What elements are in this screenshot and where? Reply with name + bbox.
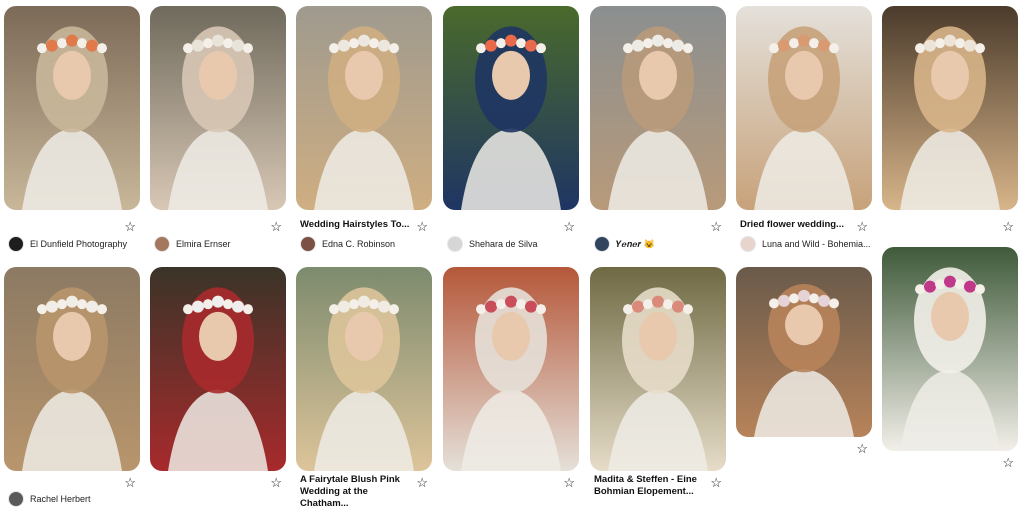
pin-image[interactable] (443, 6, 579, 210)
pin-image[interactable] (150, 267, 286, 471)
author-name: Shehara de Silva (469, 239, 538, 249)
save-star-icon[interactable]: ☆ (416, 476, 428, 489)
author-name: 𝒀𝒆𝒏𝒆𝒓 😺 (616, 238, 656, 249)
pin-photo (296, 267, 432, 471)
pin-author[interactable]: Luna and Wild - Bohemia... (740, 235, 871, 253)
pin-photo (736, 267, 872, 437)
pin-photo (296, 6, 432, 210)
avatar (447, 236, 463, 252)
pin-image[interactable] (4, 267, 140, 471)
pin-image[interactable] (590, 6, 726, 210)
author-name: El Dunfield Photography (30, 239, 128, 249)
pin-title[interactable]: A Fairytale Blush Pink Wedding at the Ch… (300, 474, 410, 510)
avatar (740, 236, 756, 252)
pin-photo (882, 6, 1018, 210)
save-star-icon[interactable]: ☆ (270, 476, 282, 489)
pin-photo (443, 6, 579, 210)
save-star-icon[interactable]: ☆ (416, 220, 428, 233)
pin-image[interactable] (882, 6, 1018, 210)
author-name: Elmira Ernser (176, 239, 231, 249)
avatar (154, 236, 170, 252)
save-star-icon[interactable]: ☆ (563, 220, 575, 233)
pin-image[interactable] (4, 6, 140, 210)
avatar (8, 491, 24, 507)
pin-photo (590, 6, 726, 210)
pin-photo (150, 267, 286, 471)
pin-image[interactable] (443, 267, 579, 471)
pin-author[interactable]: 𝒀𝒆𝒏𝒆𝒓 😺 (594, 235, 655, 253)
pin-image[interactable] (736, 6, 872, 210)
save-star-icon[interactable]: ☆ (1002, 456, 1014, 469)
avatar (594, 236, 610, 252)
author-name: Luna and Wild - Bohemia... (762, 239, 871, 249)
pin-photo (4, 6, 140, 210)
pin-author[interactable]: Edna C. Robinson (300, 235, 395, 253)
pin-image[interactable] (296, 267, 432, 471)
pin-image[interactable] (296, 6, 432, 210)
pin-photo (443, 267, 579, 471)
pin-title[interactable]: Dried flower wedding... (740, 219, 850, 231)
author-name: Rachel Herbert (30, 494, 91, 504)
save-star-icon[interactable]: ☆ (124, 476, 136, 489)
save-star-icon[interactable]: ☆ (856, 442, 868, 455)
save-star-icon[interactable]: ☆ (270, 220, 282, 233)
pin-image[interactable] (882, 247, 1018, 451)
save-star-icon[interactable]: ☆ (710, 476, 722, 489)
save-star-icon[interactable]: ☆ (124, 220, 136, 233)
save-star-icon[interactable]: ☆ (856, 220, 868, 233)
pin-photo (150, 6, 286, 210)
save-star-icon[interactable]: ☆ (563, 476, 575, 489)
pin-photo (590, 267, 726, 471)
save-star-icon[interactable]: ☆ (1002, 220, 1014, 233)
save-star-icon[interactable]: ☆ (710, 220, 722, 233)
pin-image[interactable] (150, 6, 286, 210)
pin-author[interactable]: Elmira Ernser (154, 235, 231, 253)
avatar (8, 236, 24, 252)
pin-author[interactable]: Shehara de Silva (447, 235, 538, 253)
author-name: Edna C. Robinson (322, 239, 396, 249)
pin-title[interactable]: Wedding Hairstyles To... (300, 219, 410, 231)
avatar (300, 236, 316, 252)
pin-image[interactable] (736, 267, 872, 437)
pin-author[interactable]: Rachel Herbert (8, 490, 91, 508)
pin-title[interactable]: Madita & Steffen - Eine Bohmian Elopemen… (594, 474, 704, 498)
pin-image[interactable] (590, 267, 726, 471)
pin-photo (736, 6, 872, 210)
pin-photo (4, 267, 140, 471)
pin-author[interactable]: El Dunfield Photography (8, 235, 127, 253)
pin-photo (882, 247, 1018, 451)
